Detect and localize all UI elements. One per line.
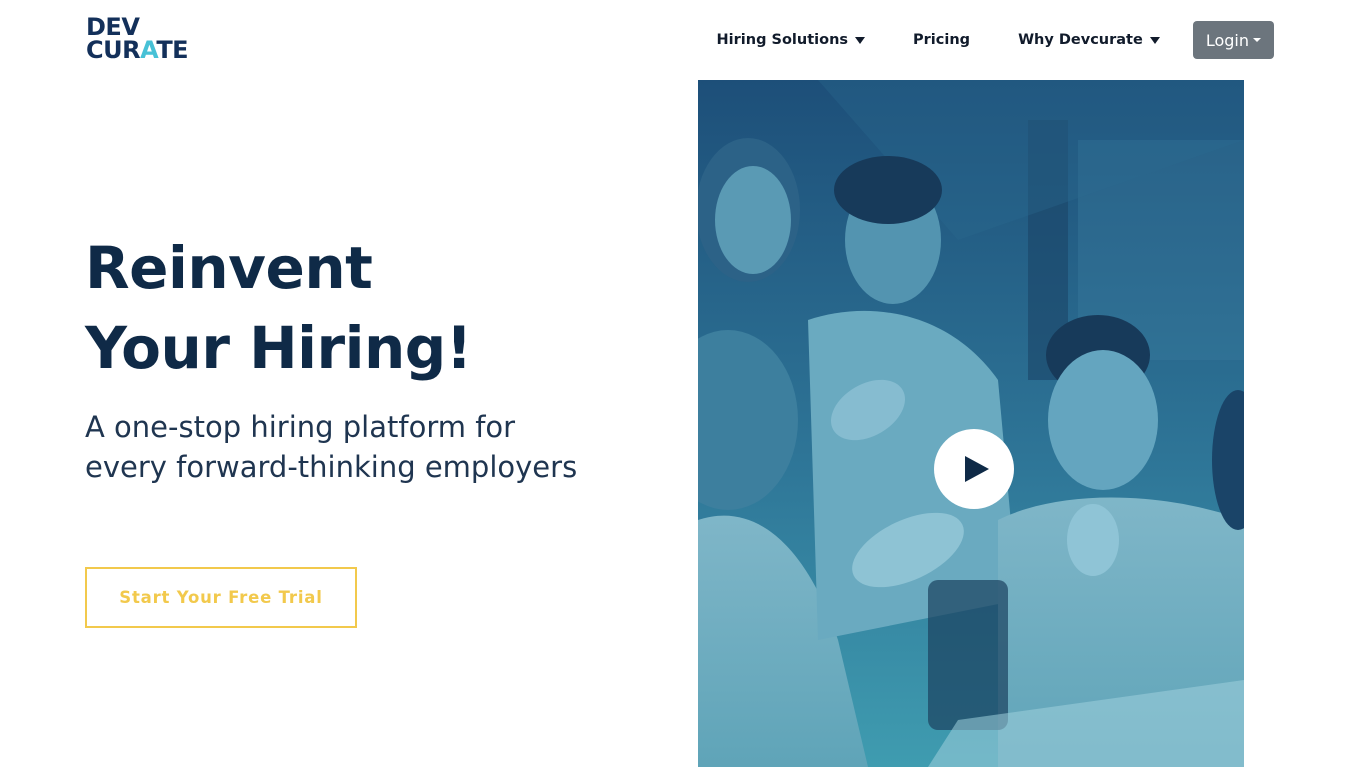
- team-photo-image: [698, 80, 1244, 767]
- logo-line-2: CURATE: [86, 36, 202, 64]
- nav-item-why-devcurate-label: Why Devcurate: [1018, 32, 1143, 48]
- logo-text-accent: A: [140, 36, 157, 64]
- play-video-button[interactable]: [934, 429, 1014, 509]
- hero-title: Reinvent Your Hiring!: [85, 228, 645, 388]
- login-button-label: Login: [1205, 30, 1249, 50]
- hero-title-line-1: Reinvent: [85, 234, 373, 302]
- main-nav: Hiring Solutions Pricing Why Devcurate L…: [717, 21, 1274, 59]
- devcurate-logo[interactable]: DEV CURATE: [86, 15, 202, 64]
- nav-item-hiring-solutions-label: Hiring Solutions: [716, 32, 849, 48]
- nav-item-why-devcurate[interactable]: Why Devcurate: [1018, 32, 1160, 48]
- hero-title-line-2: Your Hiring!: [85, 314, 472, 382]
- nav-item-hiring-solutions[interactable]: Hiring Solutions: [717, 32, 866, 48]
- caret-down-icon: [855, 37, 866, 44]
- hero-subtitle: A one-stop hiring platform for every for…: [85, 410, 578, 484]
- caret-down-icon: [1149, 37, 1160, 44]
- nav-item-pricing[interactable]: Pricing: [913, 32, 970, 48]
- hero-video[interactable]: [698, 80, 1244, 767]
- logo-text-cur: CUR: [86, 36, 141, 64]
- logo-text-te: TE: [156, 36, 189, 64]
- play-icon: [965, 456, 989, 482]
- login-button[interactable]: Login: [1192, 21, 1274, 59]
- nav-item-pricing-label: Pricing: [913, 32, 971, 48]
- caret-down-icon: [1253, 38, 1261, 42]
- start-free-trial-button[interactable]: Start Your Free Trial: [85, 567, 357, 628]
